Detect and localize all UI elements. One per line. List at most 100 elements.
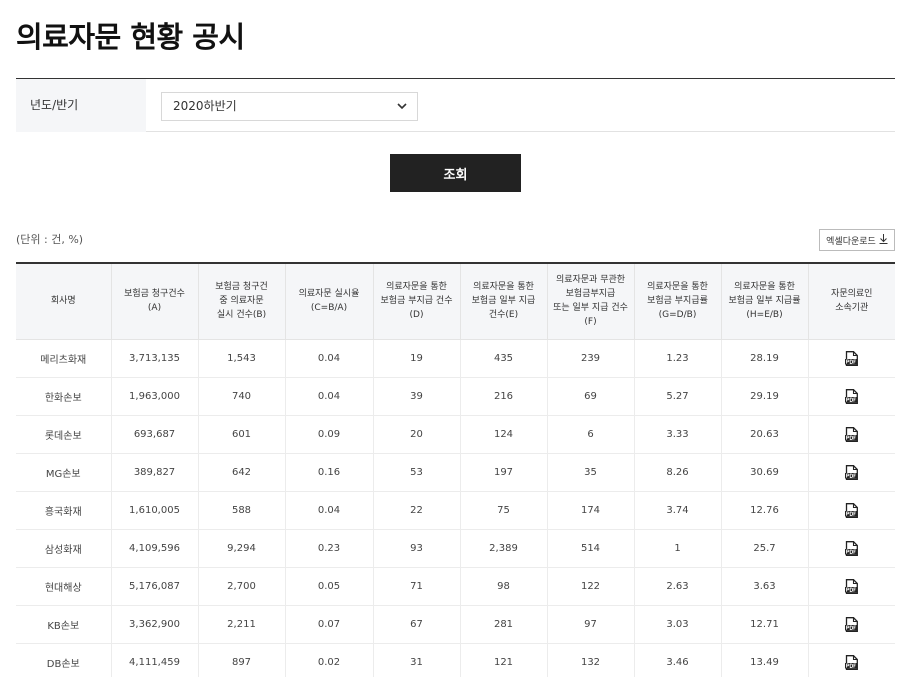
table-cell: 20: [373, 415, 461, 454]
table-cell: 53: [373, 453, 461, 492]
table-cell: 3,362,900: [111, 605, 199, 644]
page-title: 의료자문 현황 공시: [16, 20, 245, 54]
company-name-cell: 현대해상: [16, 567, 112, 606]
table-cell: 588: [198, 491, 286, 530]
table-cell: 281: [460, 605, 548, 644]
advisory-institution-cell: [808, 643, 895, 677]
table-cell: 216: [460, 377, 548, 416]
column-header: 의료자문을 통한 보험금 부지급 건수 (D): [373, 263, 461, 340]
advisory-institution-cell: [808, 453, 895, 492]
filter-box: 년도/반기 2020하반기: [16, 78, 895, 132]
table-cell: 197: [460, 453, 548, 492]
table-cell: 3.33: [634, 415, 722, 454]
table-cell: 3,713,135: [111, 339, 199, 378]
company-name-cell: 한화손보: [16, 377, 112, 416]
year-half-select[interactable]: 2020하반기: [161, 92, 418, 121]
column-header: 의료자문을 통한 보험금 일부 지급 건수(E): [460, 263, 548, 340]
table-cell: 12.76: [721, 491, 809, 530]
table-cell: 174: [547, 491, 635, 530]
company-name-cell: KB손보: [16, 605, 112, 644]
table-cell: 1.23: [634, 339, 722, 378]
column-header: 회사명: [16, 263, 112, 340]
table-cell: 0.09: [285, 415, 374, 454]
table-row: 롯데손보 693,687 601 0.09 20 124 6 3.33 20.63: [16, 415, 895, 454]
pdf-file-icon[interactable]: [844, 502, 859, 518]
table-cell: 389,827: [111, 453, 199, 492]
table-cell: 239: [547, 339, 635, 378]
column-header: 의료자문을 통한 보험금 부지급률 (G=D/B): [634, 263, 722, 340]
table-cell: 601: [198, 415, 286, 454]
table-cell: 3.63: [721, 567, 809, 606]
column-header: 보험금 청구건수 (A): [111, 263, 199, 340]
table-cell: 0.05: [285, 567, 374, 606]
company-name-cell: 메리츠화재: [16, 339, 112, 378]
table-cell: 514: [547, 529, 635, 568]
pdf-file-icon[interactable]: [844, 350, 859, 366]
table-cell: 93: [373, 529, 461, 568]
table-cell: 25.7: [721, 529, 809, 568]
chevron-down-icon: [397, 93, 407, 130]
table-row: 삼성화재 4,109,596 9,294 0.23 93 2,389 514 1 25.7: [16, 529, 895, 568]
table-cell: 0.23: [285, 529, 374, 568]
table-cell: 67: [373, 605, 461, 644]
table-cell: 2,211: [198, 605, 286, 644]
unit-note: (단위 : 건, %): [16, 233, 84, 246]
table-row: KB손보 3,362,900 2,211 0.07 67 281 97 3.03 12.71: [16, 605, 895, 644]
table-cell: 75: [460, 491, 548, 530]
table-cell: 642: [198, 453, 286, 492]
pdf-file-icon[interactable]: [844, 426, 859, 442]
advisory-institution-cell: [808, 339, 895, 378]
company-name-cell: MG손보: [16, 453, 112, 492]
search-button[interactable]: 조회: [390, 154, 521, 192]
table-cell: 2,700: [198, 567, 286, 606]
pdf-file-icon[interactable]: [844, 654, 859, 670]
pdf-file-icon[interactable]: [844, 540, 859, 556]
table-cell: 3.46: [634, 643, 722, 677]
column-header: 의료자문 실시율 (C=B/A): [285, 263, 374, 340]
table-cell: 71: [373, 567, 461, 606]
table-cell: 29.19: [721, 377, 809, 416]
table-cell: 1,610,005: [111, 491, 199, 530]
table-cell: 1,963,000: [111, 377, 199, 416]
company-name-cell: DB손보: [16, 643, 112, 677]
table-cell: 0.04: [285, 339, 374, 378]
download-arrow-icon: [879, 233, 888, 247]
pdf-file-icon[interactable]: [844, 616, 859, 632]
table-header-row: 회사명 보험금 청구건수 (A) 보험금 청구건 중 의료자문 실시 건수(B) 의료…: [16, 263, 895, 340]
table-cell: 122: [547, 567, 635, 606]
column-header: 보험금 청구건 중 의료자문 실시 건수(B): [198, 263, 286, 340]
advisory-institution-cell: [808, 415, 895, 454]
table-cell: 20.63: [721, 415, 809, 454]
table-cell: 4,109,596: [111, 529, 199, 568]
table-cell: 28.19: [721, 339, 809, 378]
table-cell: 69: [547, 377, 635, 416]
table-cell: 12.71: [721, 605, 809, 644]
excel-download-button[interactable]: 엑셀다운로드: [819, 229, 895, 251]
table-cell: 9,294: [198, 529, 286, 568]
table-cell: 3.03: [634, 605, 722, 644]
table-cell: 35: [547, 453, 635, 492]
table-row: 한화손보 1,963,000 740 0.04 39 216 69 5.27 29.19: [16, 377, 895, 416]
table-cell: 19: [373, 339, 461, 378]
table-cell: 97: [547, 605, 635, 644]
pdf-file-icon[interactable]: [844, 578, 859, 594]
table-row: 흥국화재 1,610,005 588 0.04 22 75 174 3.74 12.76: [16, 491, 895, 530]
table-cell: 124: [460, 415, 548, 454]
table-cell: 897: [198, 643, 286, 677]
table-cell: 121: [460, 643, 548, 677]
table-cell: 2.63: [634, 567, 722, 606]
table-cell: 435: [460, 339, 548, 378]
company-name-cell: 롯데손보: [16, 415, 112, 454]
advisory-institution-cell: [808, 567, 895, 606]
table-cell: 693,687: [111, 415, 199, 454]
table-cell: 5.27: [634, 377, 722, 416]
pdf-file-icon[interactable]: [844, 464, 859, 480]
table-cell: 13.49: [721, 643, 809, 677]
column-header: 자문의료인 소속기관: [808, 263, 895, 340]
advisory-institution-cell: [808, 605, 895, 644]
advisory-institution-cell: [808, 491, 895, 530]
table-row: 메리츠화재 3,713,135 1,543 0.04 19 435 239 1.23 28.19: [16, 339, 895, 378]
pdf-file-icon[interactable]: [844, 388, 859, 404]
table-cell: 0.16: [285, 453, 374, 492]
table-cell: 3.74: [634, 491, 722, 530]
